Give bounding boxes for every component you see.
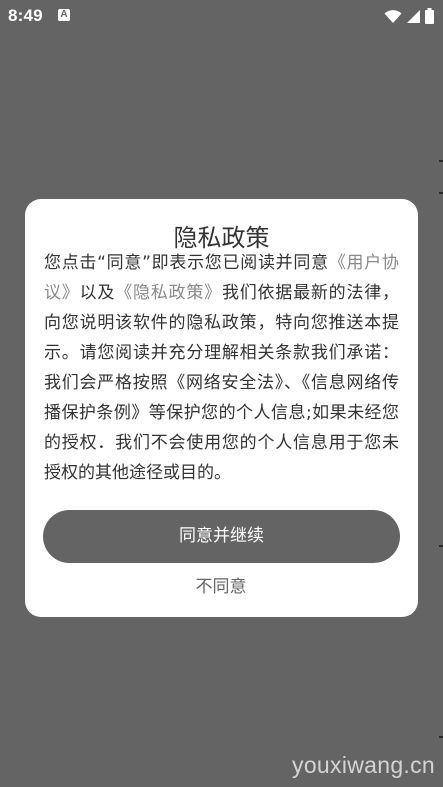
edge-mark [439, 545, 443, 547]
body-text-details: 我们依据最新的法律，向您说明该软件的隐私政策，特向您推送本提示。请您阅读并充分理… [44, 283, 400, 483]
wifi-icon [384, 9, 402, 23]
status-bar: 8:49 A [0, 0, 443, 32]
status-icons [384, 7, 434, 25]
edge-mark [439, 736, 443, 738]
edge-mark [439, 192, 443, 194]
notification-icon: A [58, 9, 70, 21]
disagree-button[interactable]: 不同意 [171, 574, 271, 600]
signal-icon [407, 9, 420, 23]
battery-icon [425, 8, 434, 24]
status-time: 8:49 [8, 6, 43, 25]
privacy-policy-link[interactable]: 《隐私政策》 [115, 283, 222, 303]
watermark: youxiwang.cn [292, 752, 435, 778]
body-text-conjunction: 以及 [79, 283, 116, 303]
dialog-body: 您点击“同意”即表示您已阅读并同意《用户协议》以及《隐私政策》我们依据最新的法律… [44, 248, 399, 488]
body-text-intro: 您点击“同意”即表示您已阅读并同意 [44, 253, 329, 273]
agree-continue-button[interactable]: 同意并继续 [43, 510, 400, 563]
edge-mark [439, 160, 443, 162]
